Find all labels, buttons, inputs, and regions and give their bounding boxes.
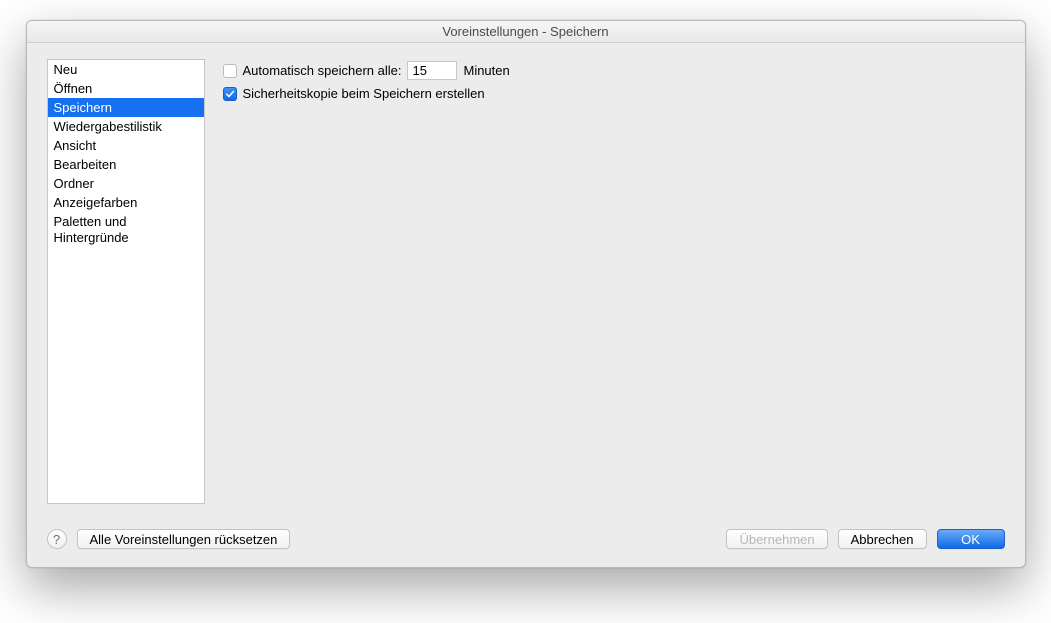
titlebar: Voreinstellungen - Speichern <box>27 21 1025 43</box>
sidebar-item[interactable]: Anzeigefarben <box>48 193 204 212</box>
cancel-button[interactable]: Abbrechen <box>838 529 927 549</box>
sidebar-item[interactable]: Paletten und Hintergründe <box>48 212 204 247</box>
sidebar-item[interactable]: Neu <box>48 60 204 79</box>
sidebar-list[interactable]: NeuÖffnenSpeichernWiedergabestilistikAns… <box>47 59 205 504</box>
content-area: NeuÖffnenSpeichernWiedergabestilistikAns… <box>27 43 1025 523</box>
footer: ? Alle Voreinstellungen rücksetzen Übern… <box>27 523 1025 567</box>
autosave-minutes-input[interactable] <box>407 61 457 80</box>
sidebar-item[interactable]: Bearbeiten <box>48 155 204 174</box>
backup-checkbox[interactable] <box>223 87 237 101</box>
preferences-window: Voreinstellungen - Speichern NeuÖffnenSp… <box>26 20 1026 568</box>
sidebar-item[interactable]: Öffnen <box>48 79 204 98</box>
sidebar-item[interactable]: Speichern <box>48 98 204 117</box>
settings-panel: Automatisch speichern alle: Minuten Sich… <box>223 59 1005 511</box>
ok-button[interactable]: OK <box>937 529 1005 549</box>
apply-button[interactable]: Übernehmen <box>726 529 827 549</box>
help-button[interactable]: ? <box>47 529 67 549</box>
backup-row: Sicherheitskopie beim Speichern erstelle… <box>223 86 1005 101</box>
sidebar-item[interactable]: Wiedergabestilistik <box>48 117 204 136</box>
reset-button[interactable]: Alle Voreinstellungen rücksetzen <box>77 529 291 549</box>
backup-label: Sicherheitskopie beim Speichern erstelle… <box>243 86 485 101</box>
sidebar-item[interactable]: Ordner <box>48 174 204 193</box>
autosave-checkbox[interactable] <box>223 64 237 78</box>
autosave-row: Automatisch speichern alle: Minuten <box>223 61 1005 80</box>
autosave-label: Automatisch speichern alle: <box>243 63 402 78</box>
autosave-unit-label: Minuten <box>463 63 509 78</box>
window-title: Voreinstellungen - Speichern <box>442 24 608 39</box>
sidebar-item[interactable]: Ansicht <box>48 136 204 155</box>
